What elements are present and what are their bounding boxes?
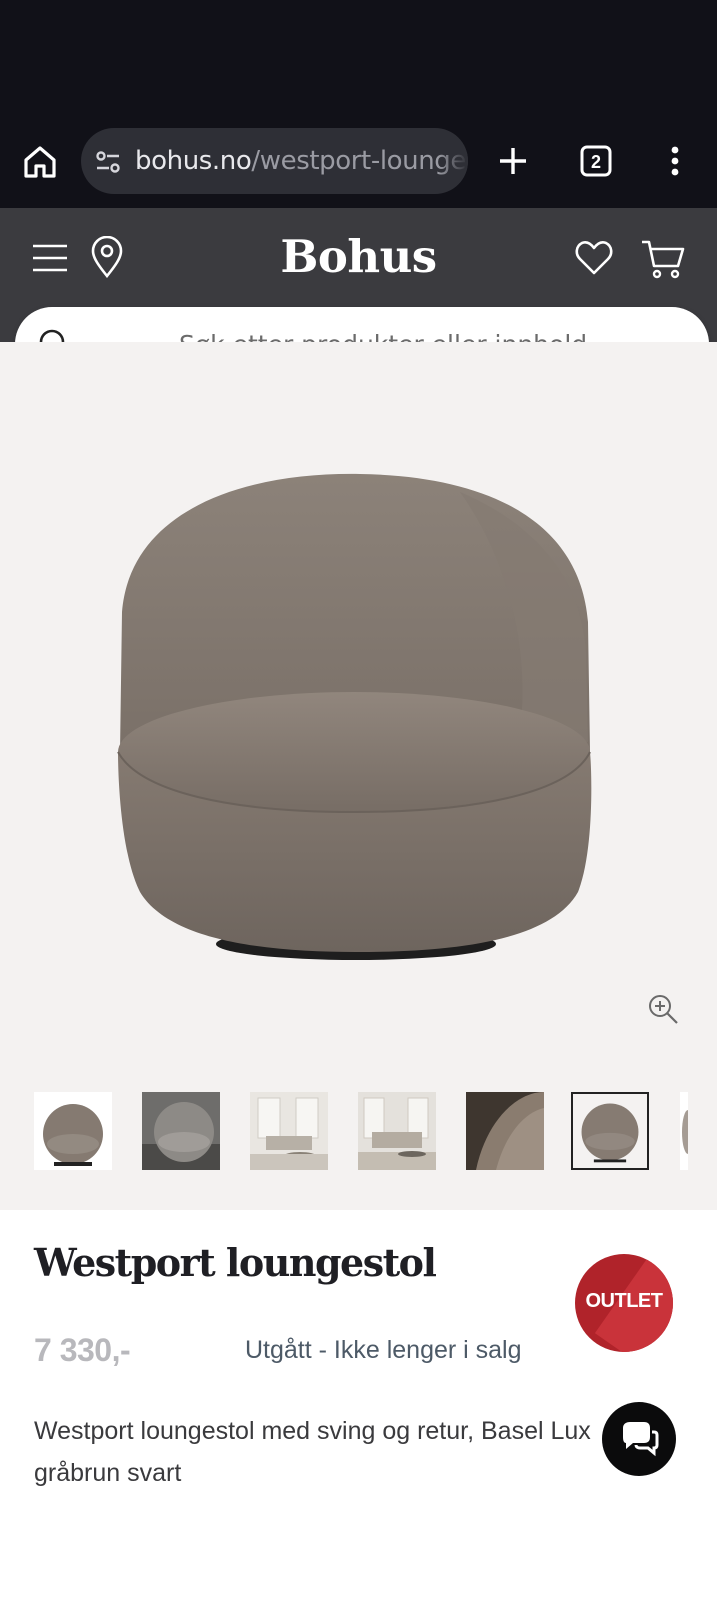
thumbnail-strip — [0, 1092, 717, 1178]
url-text[interactable]: bohus.no/westport-lounge — [135, 146, 466, 176]
home-button[interactable] — [20, 142, 60, 182]
new-tab-button[interactable] — [493, 141, 533, 181]
browser-toolbar: bohus.no/westport-lounge 2 — [0, 125, 717, 208]
cart-button[interactable] — [640, 238, 686, 280]
chat-button[interactable] — [602, 1402, 676, 1476]
browser-menu-button[interactable] — [660, 141, 690, 181]
tab-count: 2 — [591, 152, 601, 172]
product-title: Westport loungestol — [34, 1240, 437, 1285]
wishlist-button[interactable] — [574, 238, 614, 278]
availability-status: Utgått - Ikke lenger i salg — [245, 1336, 522, 1364]
thumbnail[interactable] — [142, 1092, 220, 1170]
product-price: 7 330,- — [34, 1332, 131, 1368]
thumbnail[interactable] — [680, 1092, 688, 1170]
outlet-badge-label: OUTLET — [585, 1290, 664, 1312]
more-vert-icon — [671, 146, 679, 176]
site-settings-icon[interactable] — [93, 147, 123, 177]
thumbnail[interactable] — [358, 1092, 436, 1170]
plus-icon — [500, 148, 526, 174]
thumbnail[interactable] — [34, 1092, 112, 1170]
url-fade — [438, 128, 468, 194]
outlet-badge: OUTLET — [575, 1254, 673, 1352]
tabs-icon: 2 — [580, 145, 612, 177]
status-bar — [0, 0, 717, 125]
tab-switcher-button[interactable]: 2 — [576, 141, 616, 181]
zoom-icon[interactable] — [646, 992, 680, 1026]
chat-icon — [623, 1422, 659, 1457]
address-bar[interactable]: bohus.no/westport-lounge — [81, 128, 468, 194]
cart-icon — [642, 240, 685, 279]
home-icon — [24, 146, 56, 178]
thumbnail[interactable] — [250, 1092, 328, 1170]
thumbnail[interactable] — [466, 1092, 544, 1170]
product-gallery — [0, 342, 717, 1210]
heart-icon — [575, 241, 613, 275]
thumbnail-active[interactable] — [571, 1092, 649, 1170]
product-image[interactable] — [100, 452, 620, 992]
product-description: Westport loungestol med sving og retur, … — [34, 1417, 591, 1487]
url-path: /westport-lounge — [251, 146, 467, 176]
url-domain: bohus.no — [135, 146, 252, 176]
